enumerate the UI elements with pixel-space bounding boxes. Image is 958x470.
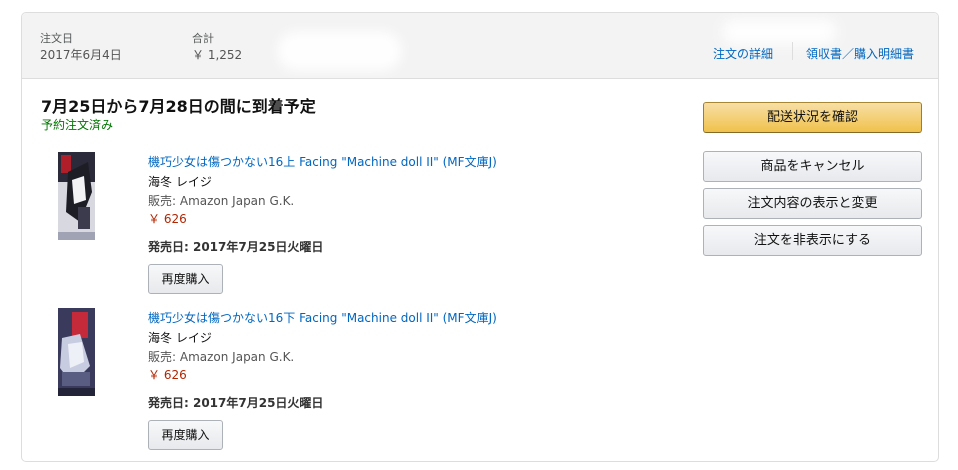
order-item: 機巧少女は傷つかない16下 Facing "Machine doll II" (…: [22, 308, 682, 458]
hide-order-button[interactable]: 注文を非表示にする: [703, 225, 922, 256]
redacted-area-2: [722, 19, 837, 45]
item-seller: 販売: Amazon Japan G.K.: [148, 194, 295, 208]
item-author: 海冬 レイジ: [148, 175, 212, 189]
total-label: 合計: [192, 32, 214, 45]
order-date-label: 注文日: [40, 32, 73, 45]
item-release-date: 発売日: 2017年7月25日火曜日: [148, 240, 324, 254]
book-cover-1[interactable]: [58, 152, 95, 240]
order-card: 注文日 2017年6月4日 合計 ￥ 1,252 注文の詳細 領収書／購入明細書…: [21, 12, 939, 462]
item-seller: 販売: Amazon Japan G.K.: [148, 350, 295, 364]
book-cover-2[interactable]: [58, 308, 95, 396]
header-divider: [792, 42, 793, 60]
order-date: 2017年6月4日: [40, 48, 122, 62]
order-header: 注文日 2017年6月4日 合計 ￥ 1,252 注文の詳細 領収書／購入明細書: [22, 13, 938, 79]
preorder-status: 予約注文済み: [41, 118, 114, 132]
item-price: ￥ 626: [148, 368, 187, 382]
buy-again-button[interactable]: 再度購入: [148, 420, 223, 450]
order-item: 機巧少女は傷つかない16上 Facing "Machine doll II" (…: [22, 152, 682, 302]
order-total: ￥ 1,252: [192, 48, 243, 62]
item-release-date: 発売日: 2017年7月25日火曜日: [148, 396, 324, 410]
track-package-button[interactable]: 配送状況を確認: [703, 102, 922, 133]
item-title-link[interactable]: 機巧少女は傷つかない16下 Facing "Machine doll II" (…: [148, 309, 497, 326]
redacted-area: [277, 31, 402, 71]
view-edit-order-button[interactable]: 注文内容の表示と変更: [703, 188, 922, 219]
cancel-items-button[interactable]: 商品をキャンセル: [703, 151, 922, 182]
item-author: 海冬 レイジ: [148, 331, 212, 345]
item-title-link[interactable]: 機巧少女は傷つかない16上 Facing "Machine doll II" (…: [148, 153, 497, 170]
buy-again-button[interactable]: 再度購入: [148, 264, 223, 294]
delivery-estimate: 7月25日から7月28日の間に到着予定: [41, 97, 316, 116]
order-details-link[interactable]: 注文の詳細: [713, 45, 773, 62]
receipt-link[interactable]: 領収書／購入明細書: [806, 45, 914, 62]
item-price: ￥ 626: [148, 212, 187, 226]
